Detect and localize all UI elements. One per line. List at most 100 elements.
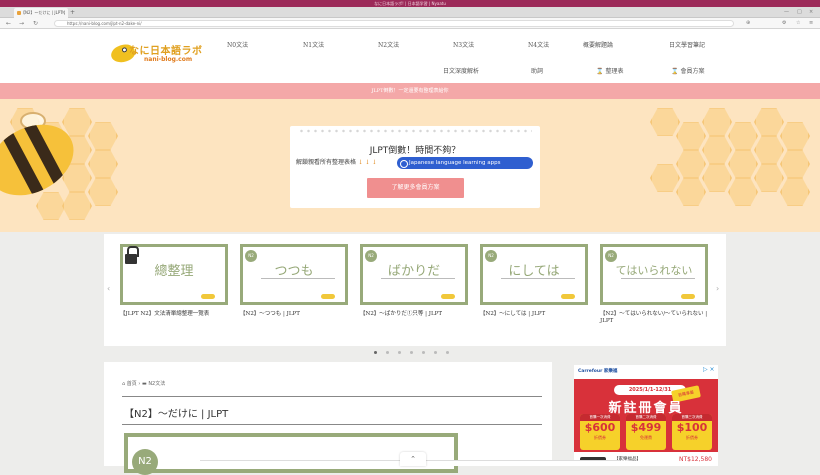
menu-item-n4[interactable]: N4文法 — [528, 40, 549, 49]
forward-icon[interactable]: → — [19, 19, 24, 28]
url-input[interactable]: https://nani-blog.com/jlpt-n2-dake-ni/ — [54, 20, 734, 27]
hexagon-decoration — [728, 150, 758, 178]
hourglass-icon: ⌛ — [596, 68, 604, 75]
divider — [381, 278, 455, 279]
extensions-icon[interactable]: ⚙ — [782, 19, 786, 28]
title-bottom-rule — [122, 424, 542, 425]
promo-subtitle-text: 解鎖親看所有整理表格 — [296, 159, 357, 166]
hexagon-decoration — [728, 122, 758, 150]
post-title: 【N2】〜だけに | JLPT — [124, 409, 229, 420]
hexagon-decoration — [780, 122, 810, 150]
app-link-pill[interactable]: Japanese language learning apps — [397, 157, 533, 169]
carousel-prev-icon[interactable]: ‹ — [107, 284, 110, 293]
site-logo-url: nani-blog.com — [144, 56, 193, 63]
carousel-slide-4[interactable]: N2 にしては — [480, 244, 588, 305]
promo-title: JLPT倒數！時間不夠？ — [369, 146, 461, 156]
coupon-head: 首購三次消費 — [672, 414, 712, 421]
coupon-sub: 折價券 — [594, 435, 606, 440]
carousel-next-icon[interactable]: › — [716, 284, 719, 293]
ad-coupon: 首購三次消費 $100 折價券 — [672, 414, 712, 450]
hexagon-decoration — [676, 178, 706, 206]
menu-item-membership-label: 會員方案 — [680, 68, 705, 75]
menu-item-n1[interactable]: N1文法 — [303, 40, 324, 49]
level-badge: N2 — [605, 250, 617, 262]
slide-heading: 總整理 — [154, 264, 194, 279]
hexagon-decoration — [36, 192, 66, 220]
hexagon-decoration — [702, 164, 732, 192]
hexagon-decoration — [780, 178, 810, 206]
star-icon[interactable]: ☆ — [796, 19, 800, 28]
slide-caption[interactable]: 【N2】〜ばかりだ①只等 | JLPT — [360, 311, 472, 318]
title-top-rule — [122, 396, 542, 397]
banana-logo-icon — [561, 294, 575, 299]
pagination-dot[interactable] — [410, 351, 413, 354]
hexagon-decoration — [88, 178, 118, 206]
breadcrumb-separator: › — [138, 381, 141, 387]
menu-item-notes[interactable]: 日文學習筆記 — [669, 40, 705, 49]
divider — [501, 278, 575, 279]
menu-item-n0[interactable]: N0文法 — [227, 40, 248, 49]
coupon-value: $499 — [630, 421, 662, 434]
menu-item-tables[interactable]: ⌛ 整理表 — [596, 66, 624, 75]
down-arrows-icon: ↓ ↓ ↓ — [357, 159, 377, 166]
browser-tab[interactable]: 【N2】〜だけに | JLPT | に... × — [14, 8, 68, 25]
pagination-dot[interactable] — [398, 351, 401, 354]
promo-subtitle: 解鎖親看所有整理表格 ↓ ↓ ↓ — [296, 158, 377, 167]
breadcrumb-category[interactable]: N2文法 — [148, 381, 165, 387]
menu-item-deep-analysis[interactable]: 日文深度解析 — [443, 66, 479, 75]
carousel-slide-3[interactable]: N2 ばかりだ — [360, 244, 468, 305]
divider — [261, 278, 335, 279]
close-tab-icon[interactable]: × — [61, 8, 65, 18]
menu-item-overview[interactable]: 概要解題論 — [583, 40, 613, 49]
banana-logo-icon — [681, 294, 695, 299]
slide-caption[interactable]: 【N2】〜つつも | JLPT — [240, 311, 352, 318]
pagination-dot[interactable] — [386, 351, 389, 354]
hexagon-decoration — [754, 164, 784, 192]
menu-item-particles[interactable]: 助詞 — [531, 66, 543, 75]
hexagon-decoration — [676, 150, 706, 178]
pagination-dot[interactable] — [422, 351, 425, 354]
ad-choices-icon[interactable]: ▷ × — [703, 366, 715, 373]
breadcrumb-home[interactable]: 首頁 — [127, 381, 137, 387]
minimize-icon[interactable]: — — [784, 9, 789, 16]
slide-heading: つつも — [274, 264, 314, 279]
coupon-sub: 免運費 — [640, 435, 652, 440]
hexagon-decoration — [650, 108, 680, 136]
slide-heading: てはいられない — [615, 264, 693, 277]
home-icon[interactable]: ⌂ — [122, 381, 125, 387]
slide-caption[interactable]: 【N2】〜にしては | JLPT — [480, 311, 592, 318]
back-icon[interactable]: ← — [6, 19, 11, 28]
slide-caption[interactable]: 【N2】〜てはいられない/〜ていられない | JLPT — [600, 311, 712, 325]
menu-icon[interactable]: ≡ — [809, 19, 813, 28]
pagination-dot[interactable] — [446, 351, 449, 354]
menu-item-n2[interactable]: N2文法 — [378, 40, 399, 49]
menu-item-tables-label: 整理表 — [605, 68, 624, 75]
carousel-slide-5[interactable]: N2 てはいられない — [600, 244, 708, 305]
new-tab-icon[interactable]: + — [70, 9, 75, 16]
thumbnail-level-badge: N2 — [132, 449, 158, 475]
notice-bar[interactable]: JLPT倒數！一定還要有整理表給你 — [0, 83, 820, 99]
menu-item-n3[interactable]: N3文法 — [453, 40, 474, 49]
carousel-slide-2[interactable]: N2 つつも — [240, 244, 348, 305]
membership-cta-button[interactable]: 了解更多會員方案 — [367, 178, 464, 198]
breadcrumb: ⌂ 首頁 › ▬ N2文法 — [122, 380, 165, 387]
window-titlebar: なに日本語ラボ! | 日本語学習 | Nyaatu — [0, 0, 820, 7]
menu-item-membership[interactable]: ⌛ 會員方案 — [671, 66, 705, 75]
coupon-head: 首購二次消費 — [626, 414, 666, 421]
hexagon-decoration — [650, 164, 680, 192]
maximize-icon[interactable]: □ — [797, 9, 802, 16]
pagination-dot[interactable] — [434, 351, 437, 354]
reload-icon[interactable]: ↻ — [33, 19, 38, 28]
zoom-icon[interactable]: ⊕ — [746, 19, 750, 28]
back-to-top-button[interactable]: ⌃ — [400, 452, 426, 466]
slide-caption[interactable]: 【JLPT N2】文法清單總整理一覽表 — [120, 311, 232, 318]
coupon-sub: 折價券 — [686, 435, 698, 440]
hexagon-decoration — [754, 136, 784, 164]
hexagon-decoration — [702, 136, 732, 164]
site-logo[interactable]: なに日本語ラボ — [129, 42, 203, 57]
coupon-value: $600 — [584, 421, 616, 434]
banana-logo-icon — [441, 294, 455, 299]
close-window-icon[interactable]: × — [809, 9, 813, 16]
ad-coupon: 首購一次消費 $600 折價券 — [580, 414, 620, 450]
pagination-dot-active[interactable] — [374, 351, 377, 354]
